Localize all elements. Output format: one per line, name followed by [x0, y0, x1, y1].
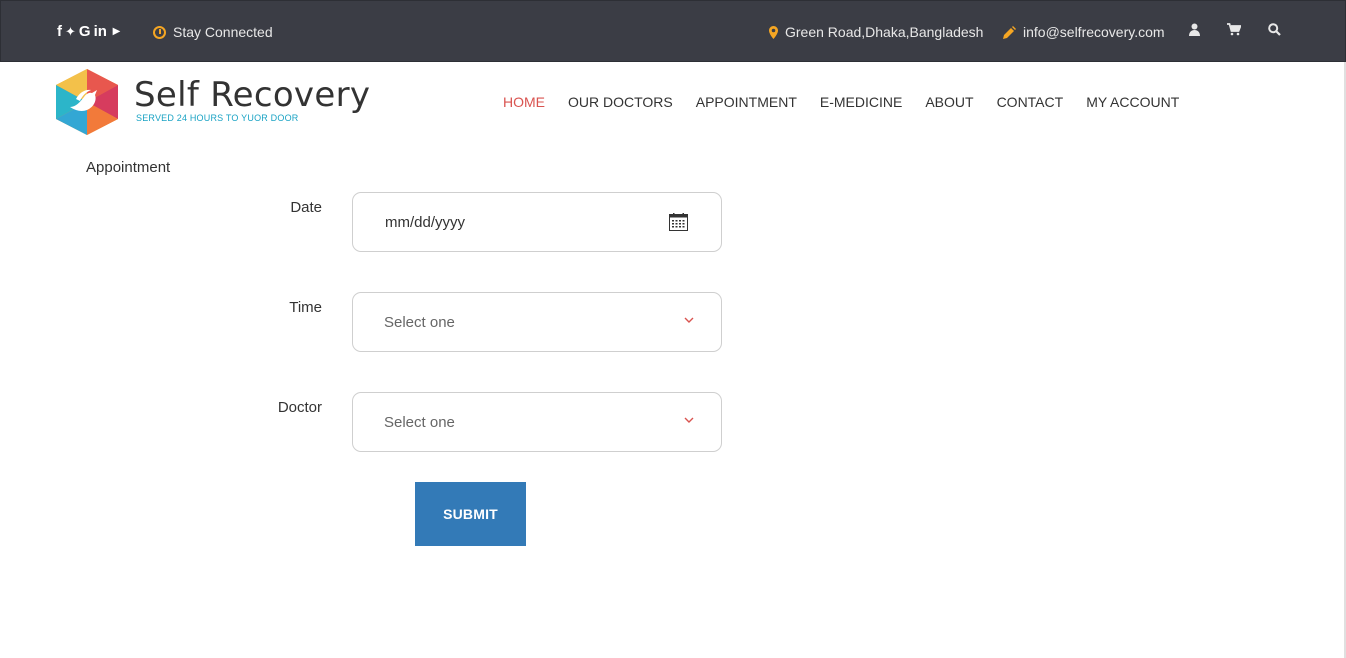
clock-icon — [153, 25, 166, 39]
nav-e-medicine[interactable]: E-MEDICINE — [820, 94, 902, 110]
time-select[interactable]: Select one — [352, 292, 722, 352]
chevron-down-icon — [684, 417, 694, 423]
stay-connected-label: Stay Connected — [173, 24, 273, 40]
stay-connected: Stay Connected — [153, 24, 273, 40]
youtube-icon[interactable]: ▶ — [110, 23, 123, 41]
facebook-icon[interactable]: f — [57, 23, 62, 41]
page-title: Appointment — [86, 159, 171, 176]
top-bar: f ✦ G in ▶ Stay Connected Green Road,Dha… — [0, 0, 1346, 62]
nav-contact[interactable]: CONTACT — [997, 94, 1064, 110]
twitter-icon[interactable]: ✦ — [65, 23, 76, 41]
nav-our-doctors[interactable]: OUR DOCTORS — [568, 94, 673, 110]
address: Green Road,Dhaka,Bangladesh — [769, 24, 983, 40]
brand-tagline: SERVED 24 HOURS TO YUOR DOOR — [136, 113, 299, 123]
nav-about[interactable]: ABOUT — [925, 94, 973, 110]
doctor-select[interactable]: Select one — [352, 392, 722, 452]
social-links: f ✦ G in ▶ — [57, 23, 123, 41]
nav-appointment[interactable]: APPOINTMENT — [696, 94, 797, 110]
search-icon[interactable] — [1268, 23, 1281, 36]
time-select-value: Select one — [384, 313, 455, 331]
main-nav: HOME OUR DOCTORS APPOINTMENT E-MEDICINE … — [503, 94, 1179, 110]
date-input[interactable]: mm/dd/yyyy — [352, 192, 722, 252]
date-placeholder: mm/dd/yyyy — [385, 213, 466, 231]
cart-icon[interactable] — [1227, 23, 1241, 36]
doctor-label: Doctor — [277, 399, 322, 416]
nav-home[interactable]: HOME — [503, 94, 545, 110]
address-text: Green Road,Dhaka,Bangladesh — [785, 24, 984, 40]
calendar-icon[interactable] — [669, 213, 688, 231]
linkedin-icon[interactable]: in — [94, 23, 107, 41]
time-label: Time — [289, 299, 322, 316]
email: info@selfrecovery.com — [1003, 24, 1165, 40]
brand-name[interactable]: Self Recovery — [134, 75, 370, 115]
date-label: Date — [290, 199, 322, 216]
email-link[interactable]: info@selfrecovery.com — [1023, 24, 1165, 40]
nav-my-account[interactable]: MY ACCOUNT — [1086, 94, 1179, 110]
logo-icon[interactable] — [56, 69, 118, 135]
user-icon[interactable] — [1189, 23, 1200, 36]
doctor-select-value: Select one — [384, 413, 455, 431]
map-pin-icon — [769, 25, 778, 39]
google-icon[interactable]: G — [79, 23, 91, 41]
top-icons — [1189, 23, 1281, 36]
chevron-down-icon — [684, 317, 694, 323]
submit-button[interactable]: SUBMIT — [415, 482, 526, 546]
pencil-icon — [1003, 25, 1016, 39]
